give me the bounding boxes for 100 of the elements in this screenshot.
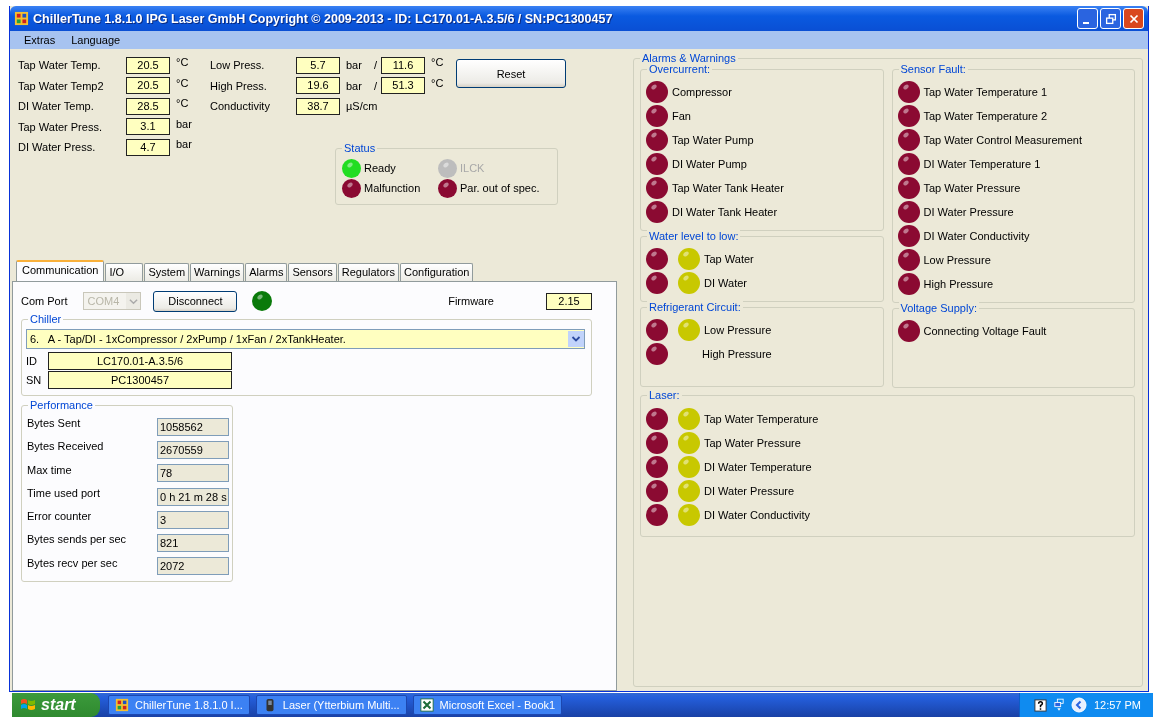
reading-label: Tap Water Temp2 [18, 79, 105, 92]
alarm-label: DI Water Pressure [704, 485, 795, 497]
unit-label: °C [175, 76, 190, 89]
field-label: SN [26, 374, 43, 386]
group-title: Performance [28, 399, 95, 411]
windows-logo-icon [20, 697, 36, 713]
alarm-label: DI Water Tank Heater [672, 206, 778, 218]
clock: 12:57 PM [1093, 699, 1141, 711]
field-label: ID [26, 355, 38, 367]
app-icon [115, 698, 129, 712]
stat-label: Bytes Received [27, 440, 105, 453]
stat-label: Bytes sends per sec [27, 533, 128, 546]
spreadsheet-icon [419, 698, 434, 712]
tab[interactable]: Configuration [399, 263, 474, 281]
app-icon [14, 11, 29, 26]
alarm-label: Low Pressure [923, 254, 991, 266]
alarm-label: Tap Water [704, 253, 754, 265]
value-field: 20.5 [126, 56, 170, 74]
alarm-label: Tap Water Pressure [704, 437, 801, 449]
value-field: 3.1 [126, 118, 170, 136]
stat-label: Time used port [27, 486, 101, 499]
alarm-label: Tap Water Temperature 2 [923, 110, 1047, 122]
alarm-label: DI Water Conductivity [704, 509, 810, 521]
value-field: 0 h 21 m 28 s [157, 487, 229, 506]
reading-label: Conductivity [210, 100, 271, 113]
stat-label: Bytes Sent [27, 417, 82, 429]
group-title: Water level to low: [647, 230, 741, 242]
restore-icon [1103, 11, 1118, 26]
value-field: 11.6 [381, 56, 425, 74]
group-title: Alarms & Warnings [640, 52, 738, 64]
alarm-label: Tap Water Temperature 1 [923, 86, 1047, 98]
unit-label: bar [345, 79, 363, 92]
alarm-label: Compressor [672, 86, 732, 98]
group-title: Refrigerant Circuit: [647, 301, 743, 313]
taskbar-button[interactable]: ChillerTune 1.8.1.0 I... [108, 695, 250, 715]
unit-label: °C [430, 76, 445, 89]
tab[interactable]: I/O [105, 263, 144, 281]
network-icon[interactable] [1053, 698, 1064, 712]
start-button[interactable]: start [12, 693, 100, 717]
unit-label: °C [175, 97, 190, 109]
reading-label: High Press. [210, 79, 268, 92]
restore-button[interactable] [1100, 8, 1121, 29]
tab[interactable]: System [144, 263, 190, 281]
value-field: 2670559 [157, 440, 229, 459]
disconnect-button[interactable]: Disconnect [153, 290, 238, 312]
group-title: Voltage Supply: [898, 302, 979, 314]
value-field: 51.3 [381, 77, 425, 95]
menu-item[interactable]: Language [63, 34, 129, 46]
unit-label: bar [345, 59, 363, 72]
value-field: 20.5 [126, 77, 170, 95]
tab[interactable]: Sensors [288, 263, 337, 281]
reading-label: Tap Water Press. [18, 120, 103, 133]
status-label: ILCK [460, 162, 485, 174]
taskbar-button[interactable]: Laser (Ytterbium Multi... [255, 695, 407, 715]
value-field: 78 [157, 464, 229, 483]
value-field: PC1300457 [48, 371, 232, 389]
tab[interactable]: Communication [16, 260, 105, 281]
group-title: Sensor Fault: [898, 63, 968, 75]
firmware-label: Firmware [448, 295, 494, 307]
value-field: 38.7 [296, 97, 340, 115]
stat-label: Bytes recv per sec [27, 556, 119, 569]
help-icon[interactable] [1033, 698, 1047, 712]
alarm-label: Tap Water Pressure [923, 182, 1021, 194]
status-label: Par. out of spec. [460, 182, 540, 194]
reading-label: Tap Water Temp. [18, 59, 102, 72]
value-field: 821 [157, 534, 229, 553]
alarm-label: DI Water Temperature [704, 461, 812, 473]
separator-label: / [374, 59, 379, 72]
alarm-label: High Pressure [702, 348, 772, 360]
status-label: Ready [364, 162, 396, 174]
value-field: 4.7 [126, 138, 170, 156]
window-title: ChillerTune 1.8.1.0 IPG Laser GmbH Copyright © 2009-2013 - ID: LC170.01-A.3.5/6 / SN:PC1300457 [33, 11, 613, 26]
close-button[interactable] [1123, 8, 1144, 29]
minimize-button[interactable] [1077, 8, 1098, 29]
reading-label: Low Press. [210, 59, 266, 72]
menu-item[interactable]: Extras [16, 34, 64, 46]
unit-label: °C [430, 56, 445, 68]
alarm-label: Tap Water Temperature [704, 413, 819, 425]
alarm-label: DI Water [704, 277, 747, 289]
value-field: 2072 [157, 557, 229, 576]
value-field: 5.7 [296, 56, 340, 74]
value-field: 28.5 [126, 97, 170, 115]
chevron-left-icon[interactable] [1070, 697, 1087, 713]
tab[interactable]: Alarms [245, 263, 288, 281]
unit-label: °C [175, 56, 190, 68]
stat-label: Max time [27, 463, 73, 476]
alarm-label: Tap Water Control Measurement [923, 134, 1083, 146]
alarm-label: Tap Water Pump [672, 134, 754, 146]
alarm-label: DI Water Conductivity [923, 230, 1030, 242]
chiller-model-dropdown[interactable]: 6. A - Tap/DI - 1xCompressor / 2xPump / 1xFan / 2xTankHeater. [26, 329, 585, 349]
group-title: Status [342, 141, 378, 154]
alarm-label: DI Water Pump [672, 158, 747, 170]
tab[interactable]: Warnings [190, 263, 245, 281]
reset-button[interactable]: Reset [456, 59, 566, 88]
tab[interactable]: Regulators [337, 263, 399, 281]
value-field: LC170.01-A.3.5/6 [48, 352, 232, 370]
alarm-label: Connecting Voltage Fault [923, 325, 1047, 337]
alarm-label: Fan [672, 110, 691, 122]
value-field: 19.6 [296, 77, 340, 95]
taskbar-button[interactable]: Microsoft Excel - Book1 [412, 695, 563, 715]
